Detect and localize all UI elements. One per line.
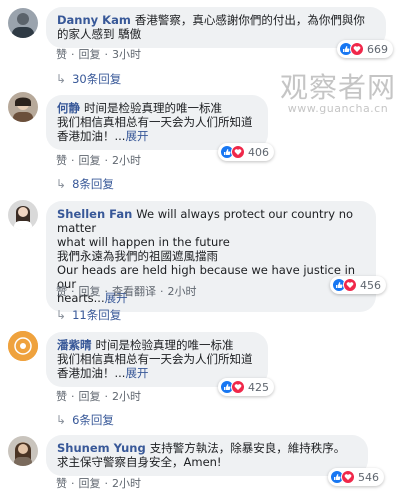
- replies-count[interactable]: 11条回复: [72, 307, 121, 323]
- comment-time[interactable]: 2小时: [112, 388, 141, 404]
- like-link[interactable]: 赞: [56, 283, 67, 299]
- reply-link[interactable]: 回复: [79, 475, 101, 491]
- view-replies-link[interactable]: ↳ 6条回复: [56, 412, 114, 428]
- watermark-brand: 观察者网: [279, 71, 396, 104]
- like-link[interactable]: 赞: [56, 388, 67, 404]
- avatar[interactable]: [8, 8, 38, 38]
- comment-author[interactable]: Shunem Yung: [57, 441, 146, 455]
- reaction-count: 546: [358, 470, 379, 484]
- love-reaction-icon: [231, 145, 245, 159]
- comment-author[interactable]: 何静: [57, 101, 80, 115]
- view-replies-link[interactable]: ↳ 11条回复: [56, 307, 121, 323]
- reaction-count: 425: [248, 380, 269, 394]
- comment-time[interactable]: 2小时: [168, 283, 197, 299]
- comment-time[interactable]: 2小时: [112, 475, 141, 491]
- comment-text: 支持警方執法，除暴安良，維持秩序。: [149, 441, 346, 455]
- like-link[interactable]: 赞: [56, 46, 67, 62]
- love-reaction-icon: [343, 278, 357, 292]
- love-reaction-icon: [231, 380, 245, 394]
- comment-actions: 赞 · 回复 · 查看翻译 · 2小时: [56, 283, 197, 299]
- comment-text: what will happen in the future: [57, 235, 230, 249]
- reaction-summary[interactable]: 406: [218, 143, 274, 161]
- avatar[interactable]: [8, 436, 38, 466]
- comment-text: 我们相信真相总有一天会为人们所知道: [57, 115, 253, 129]
- comment-text: 时间是检验真理的唯一标准: [95, 338, 234, 352]
- view-replies-link[interactable]: ↳ 30条回复: [56, 71, 121, 87]
- reply-arrow-icon: ↳: [56, 308, 67, 322]
- avatar[interactable]: [8, 200, 38, 230]
- reply-link[interactable]: 回复: [79, 152, 101, 168]
- comment-actions: 赞 · 回复 · 2小时: [56, 152, 141, 168]
- comment-time[interactable]: 2小时: [112, 152, 141, 168]
- replies-count[interactable]: 6条回复: [72, 412, 114, 428]
- reaction-summary[interactable]: 546: [328, 468, 384, 486]
- reply-link[interactable]: 回复: [79, 388, 101, 404]
- comment-text: 香港加油！...: [57, 366, 126, 380]
- avatar[interactable]: [8, 331, 38, 361]
- reaction-summary[interactable]: 456: [330, 276, 386, 294]
- like-link[interactable]: 赞: [56, 152, 67, 168]
- see-more-link[interactable]: 展开: [125, 366, 148, 380]
- comment-time[interactable]: 3小时: [112, 46, 141, 62]
- comment-text: 香港加油！...: [57, 129, 126, 143]
- comment-bubble: 何静 时间是检验真理的唯一标准 我们相信真相总有一天会为人们所知道 香港加油！..…: [46, 95, 268, 150]
- reaction-count: 406: [248, 145, 269, 159]
- reply-arrow-icon: ↳: [56, 413, 67, 427]
- comment-author[interactable]: Danny Kam: [57, 13, 131, 27]
- watermark-url: www.guancha.cn: [287, 102, 389, 115]
- watermark: 观察者网 www.guancha.cn: [268, 66, 408, 115]
- view-replies-link[interactable]: ↳ 8条回复: [56, 176, 114, 192]
- replies-count[interactable]: 30条回复: [72, 71, 121, 87]
- reply-arrow-icon: ↳: [56, 72, 67, 86]
- reply-arrow-icon: ↳: [56, 177, 67, 191]
- reply-link[interactable]: 回复: [79, 46, 101, 62]
- love-reaction-icon: [350, 42, 364, 56]
- comment-text: 求主保守警察自身安全，Amen!: [57, 455, 222, 469]
- see-translation-link[interactable]: 查看翻译: [112, 283, 156, 299]
- reaction-count: 669: [367, 42, 388, 56]
- reply-link[interactable]: 回复: [79, 283, 101, 299]
- comment-author[interactable]: 潘紫晴: [57, 338, 92, 352]
- comment-text: 我們永遠為我們的祖國遮風擋雨: [57, 249, 218, 263]
- reaction-summary[interactable]: 425: [218, 378, 274, 396]
- comment-text: 香港警察，真心感謝你們的付出，為你們與你: [134, 13, 365, 27]
- replies-count[interactable]: 8条回复: [72, 176, 114, 192]
- see-more-link[interactable]: 展开: [125, 129, 148, 143]
- comment-actions: 赞 · 回复 · 2小时: [56, 475, 141, 491]
- reaction-count: 456: [360, 278, 381, 292]
- like-link[interactable]: 赞: [56, 475, 67, 491]
- comment-author[interactable]: Shellen Fan: [57, 207, 132, 221]
- comment-bubble: Danny Kam 香港警察，真心感謝你們的付出，為你們與你 的家人感到 驕傲: [46, 7, 386, 48]
- comment-text: 时间是检验真理的唯一标准: [84, 101, 222, 115]
- comment-actions: 赞 · 回复 · 3小时: [56, 46, 141, 62]
- comment-actions: 赞 · 回复 · 2小时: [56, 388, 141, 404]
- comment-text: 我们相信真相总有一天会为人们所知道: [57, 352, 253, 366]
- comment-bubble: Shunem Yung 支持警方執法，除暴安良，維持秩序。 求主保守警察自身安全，…: [46, 435, 368, 476]
- comment-text: 的家人感到 驕傲: [57, 27, 142, 41]
- avatar[interactable]: [8, 92, 38, 122]
- reaction-summary[interactable]: 669: [337, 40, 393, 58]
- love-reaction-icon: [341, 470, 355, 484]
